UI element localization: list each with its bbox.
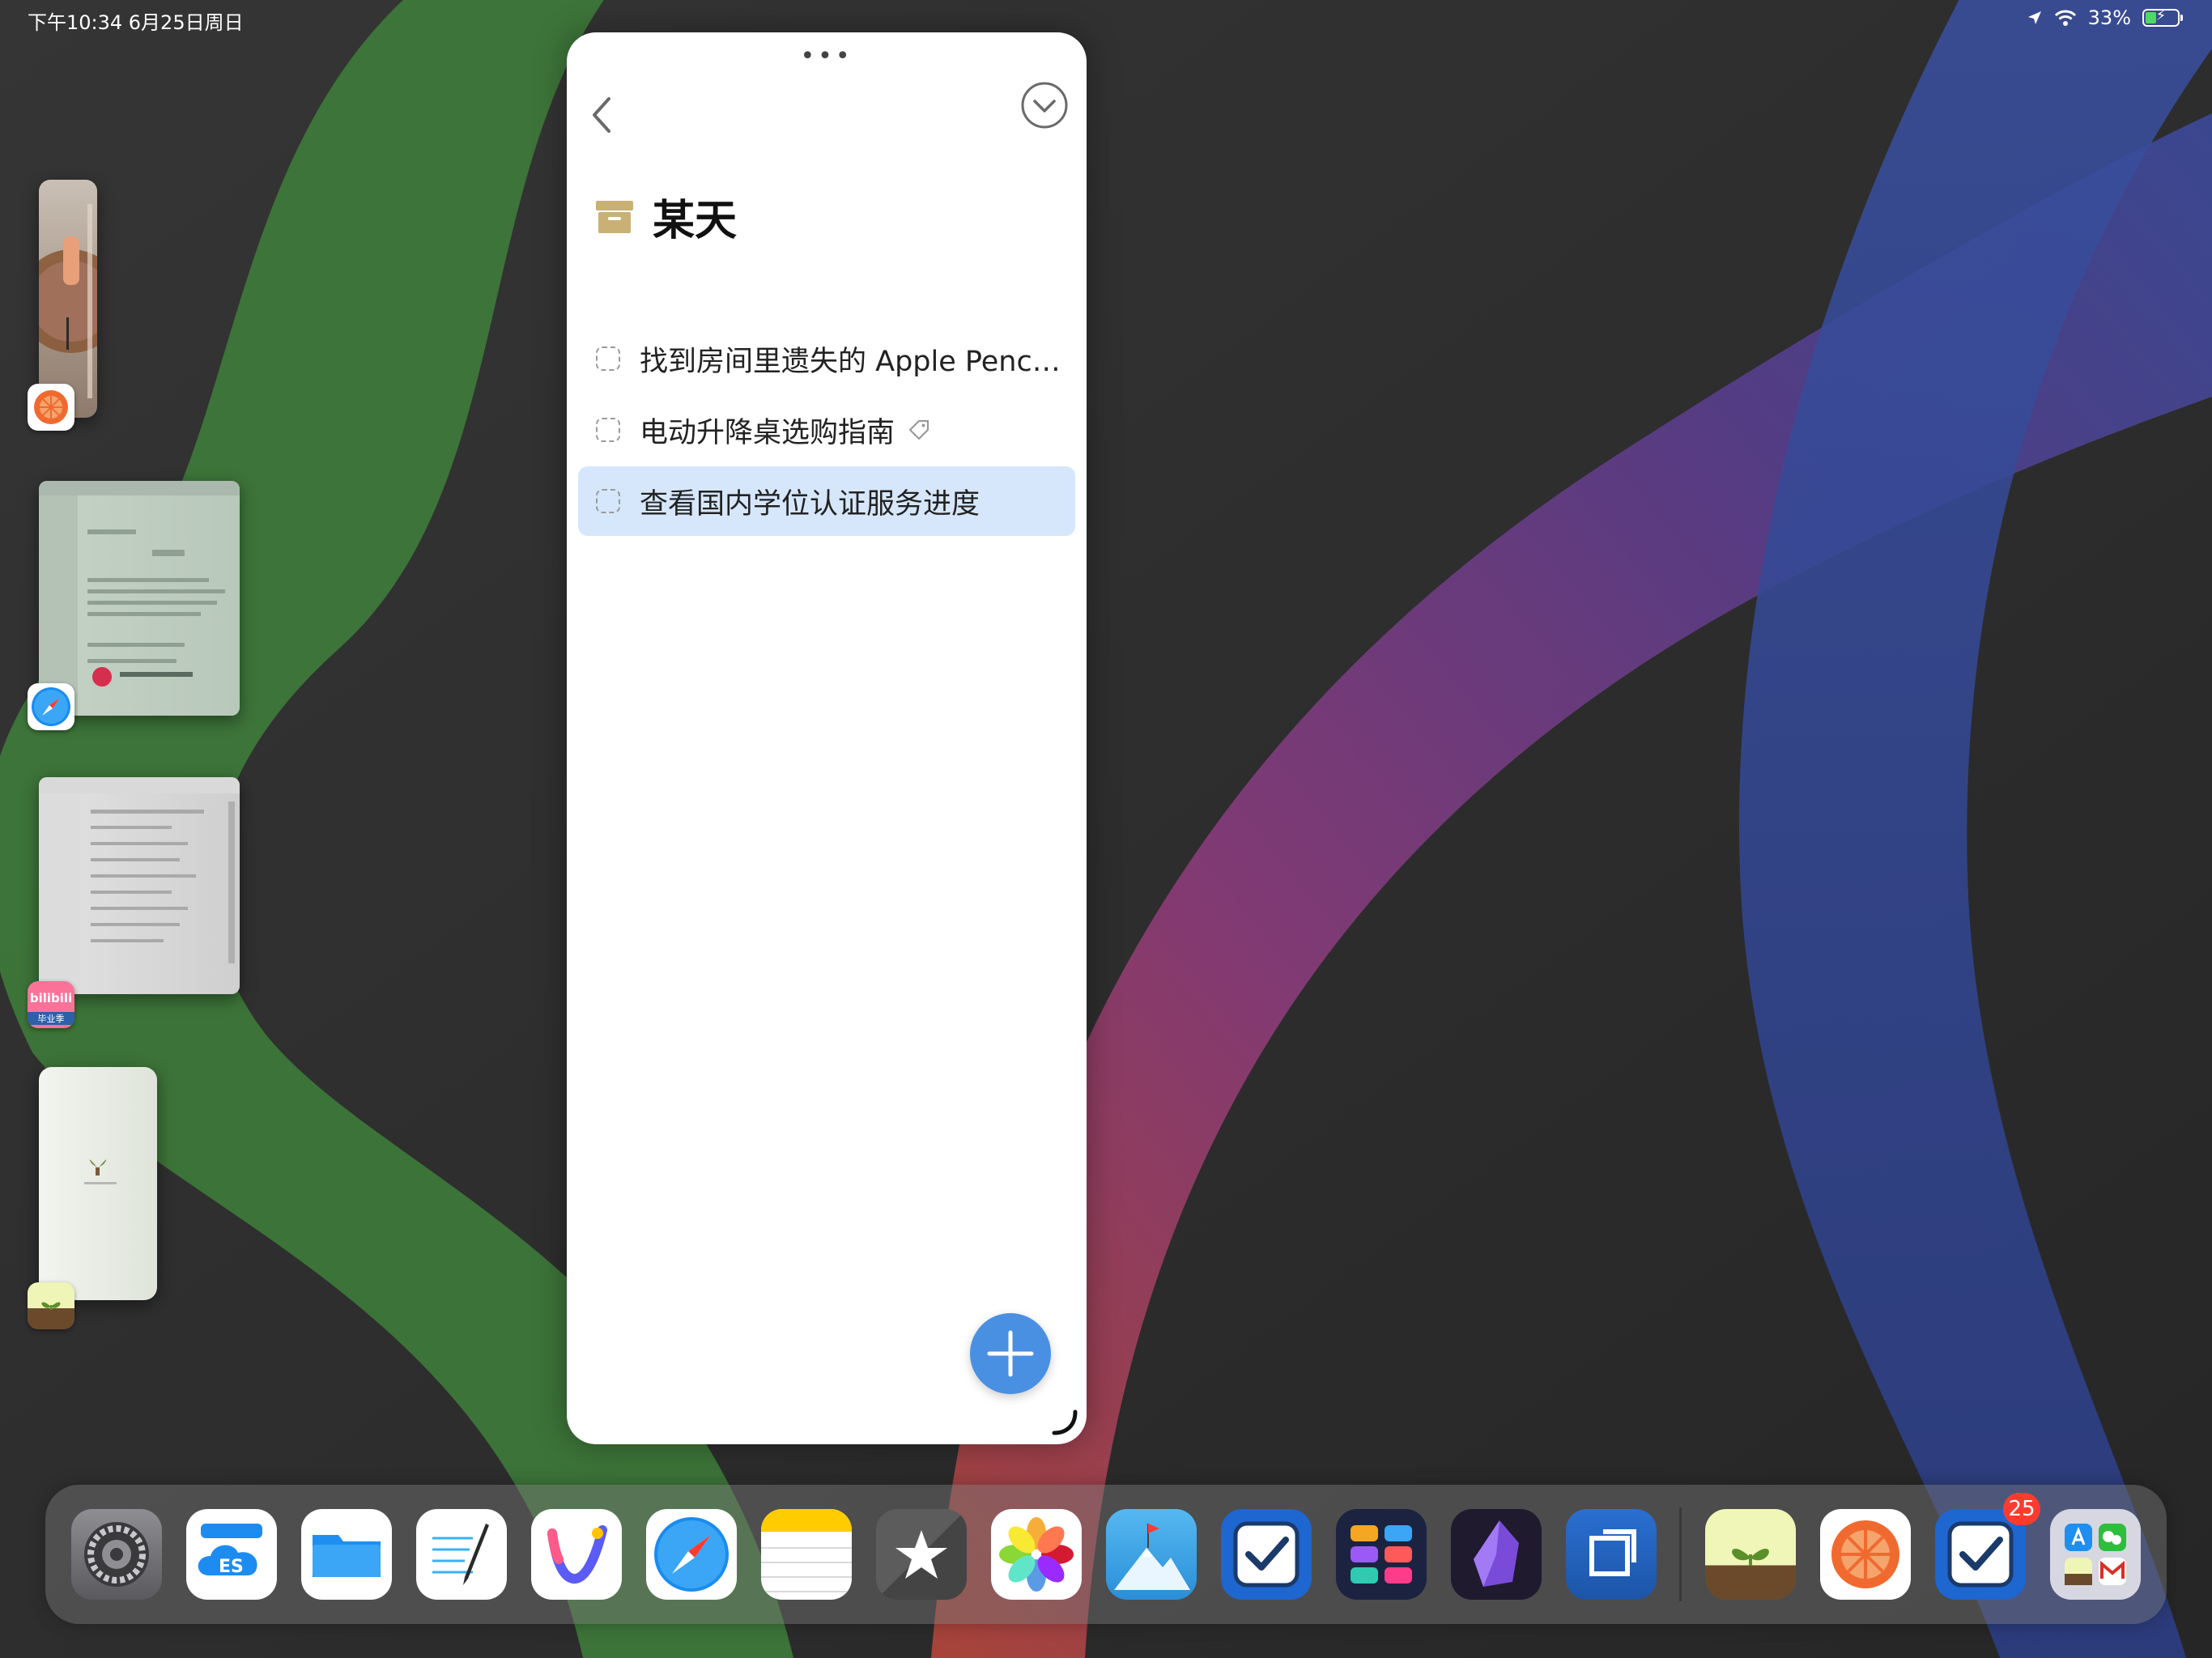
dock-app-launcher[interactable] <box>1336 1509 1427 1600</box>
dock-app-notes[interactable] <box>761 1509 852 1600</box>
more-options-icon[interactable] <box>1020 81 1069 130</box>
folder-icon <box>313 1535 381 1577</box>
dock-separator <box>1679 1507 1682 1601</box>
back-chevron-icon[interactable] <box>585 91 617 139</box>
dock-app-reeder[interactable] <box>876 1509 967 1600</box>
page-title: 某天 <box>653 197 738 245</box>
dock-app-safari[interactable] <box>646 1509 737 1600</box>
task-title: 电动升降桌选购指南 <box>640 416 895 449</box>
mountain-flag-icon <box>1114 1524 1190 1590</box>
battery-icon: ⚡ <box>2142 7 2183 27</box>
es-cloud-icon: ES <box>198 1524 262 1577</box>
dock-app-es-file[interactable]: ES <box>186 1509 277 1600</box>
dock-app-notes-pen[interactable] <box>416 1509 507 1600</box>
task-list: 找到房间里遗失的 Apple Penci... 电动升降桌选购指南 查看国内学位… <box>578 324 1075 538</box>
obsidian-crystal-icon <box>1474 1520 1519 1587</box>
slide-over-window: ••• 某天 找到房间里遗失的 Apple Penci... 电动升降桌选购指南… <box>567 32 1087 1444</box>
grid-tiles-icon <box>1351 1525 1412 1584</box>
vector-swoosh-icon <box>547 1525 607 1584</box>
svg-text:ES: ES <box>219 1557 244 1577</box>
dock-app-vectornator[interactable] <box>531 1509 622 1600</box>
multitasking-grabber[interactable]: ••• <box>567 45 1087 69</box>
plus-icon <box>987 1330 1034 1377</box>
forest-icon <box>28 1282 74 1329</box>
status-time-date: 下午10:34 6月25日周日 <box>28 11 244 34</box>
notepad-icon <box>761 1509 852 1592</box>
tag-icon <box>908 419 929 440</box>
task-row[interactable]: 找到房间里遗失的 Apple Penci... <box>578 324 1075 393</box>
tomato-icon <box>1831 1520 1899 1588</box>
tomato-icon <box>28 384 74 431</box>
task-checkbox[interactable] <box>596 346 620 371</box>
task-row[interactable]: 电动升降桌选购指南 <box>578 395 1075 465</box>
dock-app-photos[interactable] <box>991 1509 1082 1600</box>
notification-badge: 25 <box>2003 1493 2040 1525</box>
task-row-selected[interactable]: 查看国内学位认证服务进度 <box>578 466 1075 536</box>
wallpaper <box>0 0 2212 1658</box>
dock-app-obsidian[interactable] <box>1451 1509 1542 1600</box>
dock-app-screens[interactable] <box>1566 1509 1657 1600</box>
photos-flower-icon <box>999 1517 1074 1592</box>
status-bar: 下午10:34 6月25日周日 33% ⚡ <box>0 0 2212 39</box>
sprout-icon <box>1732 1549 1769 1566</box>
list-header: 某天 <box>596 186 737 247</box>
wifi-icon <box>2054 10 2076 26</box>
dock: ES 25 <box>45 1485 2167 1624</box>
compass-icon <box>654 1517 729 1592</box>
dock-app-library-folder[interactable] <box>2050 1509 2141 1600</box>
task-title: 查看国内学位认证服务进度 <box>640 487 981 521</box>
archive-box-icon <box>596 200 633 233</box>
status-indicators: 33% ⚡ <box>2027 6 2183 29</box>
dock-app-tomato[interactable] <box>1820 1509 1911 1600</box>
app-library-icon <box>2065 1524 2126 1585</box>
battery-percent: 33% <box>2087 6 2131 29</box>
dock-app-settings[interactable] <box>71 1509 162 1600</box>
add-task-button[interactable] <box>970 1313 1051 1394</box>
window-resize-icon <box>1589 1529 1636 1576</box>
pen-notes-icon <box>432 1524 489 1585</box>
location-icon <box>2027 11 2041 24</box>
task-title: 找到房间里遗失的 Apple Penci... <box>640 345 1061 378</box>
resize-handle-icon[interactable] <box>1051 1409 1078 1436</box>
checkbox-check-icon <box>1233 1521 1300 1588</box>
dock-app-files[interactable] <box>301 1509 392 1600</box>
task-checkbox[interactable] <box>596 418 620 442</box>
safari-icon <box>28 683 74 730</box>
bilibili-icon: bilibili 毕业季 <box>28 981 74 1028</box>
settings-gear-icon <box>84 1522 149 1587</box>
dock-app-things[interactable] <box>1221 1509 1312 1600</box>
dock-app-summit[interactable] <box>1106 1509 1197 1600</box>
dock-app-forest[interactable] <box>1705 1509 1796 1600</box>
star-icon <box>876 1509 967 1600</box>
task-checkbox[interactable] <box>596 489 620 513</box>
